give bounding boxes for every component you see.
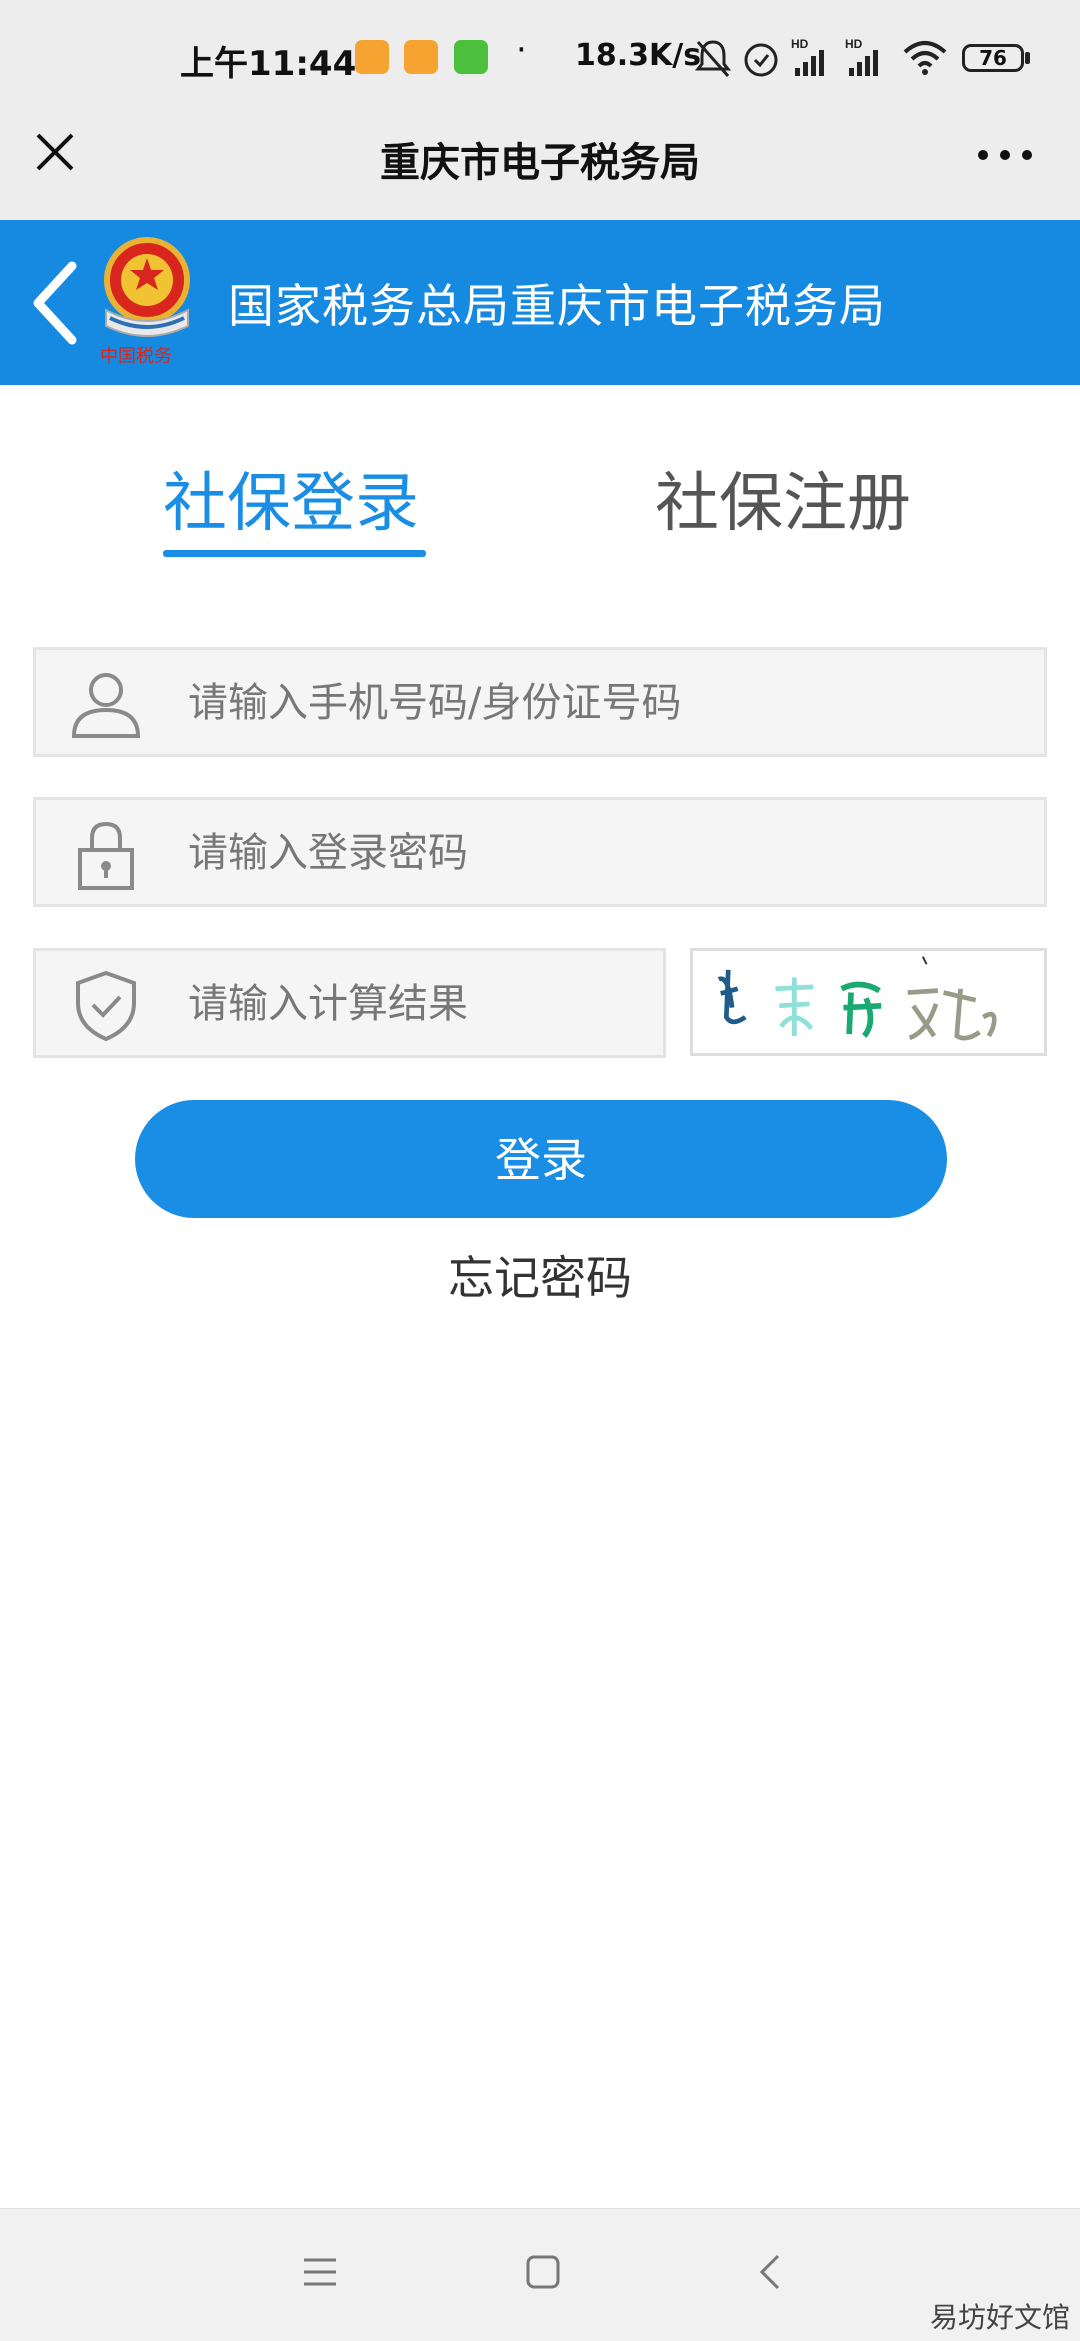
tab-social-security-login[interactable]: 社保登录 xyxy=(163,452,419,544)
password-input[interactable] xyxy=(186,800,1010,906)
user-icon xyxy=(71,673,141,738)
lock-icon xyxy=(78,821,134,890)
status-dot: · xyxy=(516,30,527,70)
menu-icon[interactable] xyxy=(300,2252,340,2292)
svg-text:HD: HD xyxy=(845,37,863,51)
back-icon[interactable] xyxy=(750,2252,790,2292)
battery-tip xyxy=(1025,52,1030,64)
hd-signal-icon: HD xyxy=(791,37,824,76)
status-bar: 上午11:44 · 18.3K/s HD HD 76 xyxy=(0,0,1080,118)
more-options-icon[interactable] xyxy=(975,145,1035,165)
active-tab-indicator xyxy=(163,550,426,557)
captcha-field[interactable] xyxy=(33,948,666,1058)
tax-emblem-logo: 中国税务 xyxy=(100,237,190,367)
notes-app-icon xyxy=(404,40,438,74)
page-title: 重庆市电子税务局 xyxy=(380,140,700,186)
home-icon[interactable] xyxy=(523,2252,563,2292)
status-time: 上午11:44 xyxy=(180,44,357,84)
header-title: 国家税务总局重庆市电子税务局 xyxy=(228,279,886,333)
svg-text:HD: HD xyxy=(791,37,809,51)
hd-signal-icon: HD xyxy=(845,37,878,76)
captcha-input[interactable] xyxy=(186,951,650,1057)
battery-icon: 76 xyxy=(962,44,1024,72)
wechat-mini-icon xyxy=(454,40,488,74)
network-speed: 18.3K/s xyxy=(575,38,702,73)
alarm-icon xyxy=(744,43,778,77)
account-input[interactable] xyxy=(186,650,1010,756)
notes-app-icon xyxy=(355,40,389,74)
shield-check-icon xyxy=(76,970,136,1042)
forgot-password-link[interactable]: 忘记密码 xyxy=(0,1242,1080,1308)
mute-bell-icon xyxy=(694,40,732,77)
account-field[interactable] xyxy=(33,647,1047,757)
back-arrow-icon[interactable] xyxy=(28,258,82,348)
watermark: 易坊好文馆 xyxy=(930,2301,1071,2334)
password-field[interactable] xyxy=(33,797,1047,907)
emblem-caption: 中国税务 xyxy=(100,346,172,367)
login-button[interactable]: 登录 xyxy=(135,1100,947,1218)
wifi-icon xyxy=(903,41,947,75)
captcha-image[interactable] xyxy=(690,948,1047,1056)
tab-social-security-register[interactable]: 社保注册 xyxy=(655,452,911,544)
